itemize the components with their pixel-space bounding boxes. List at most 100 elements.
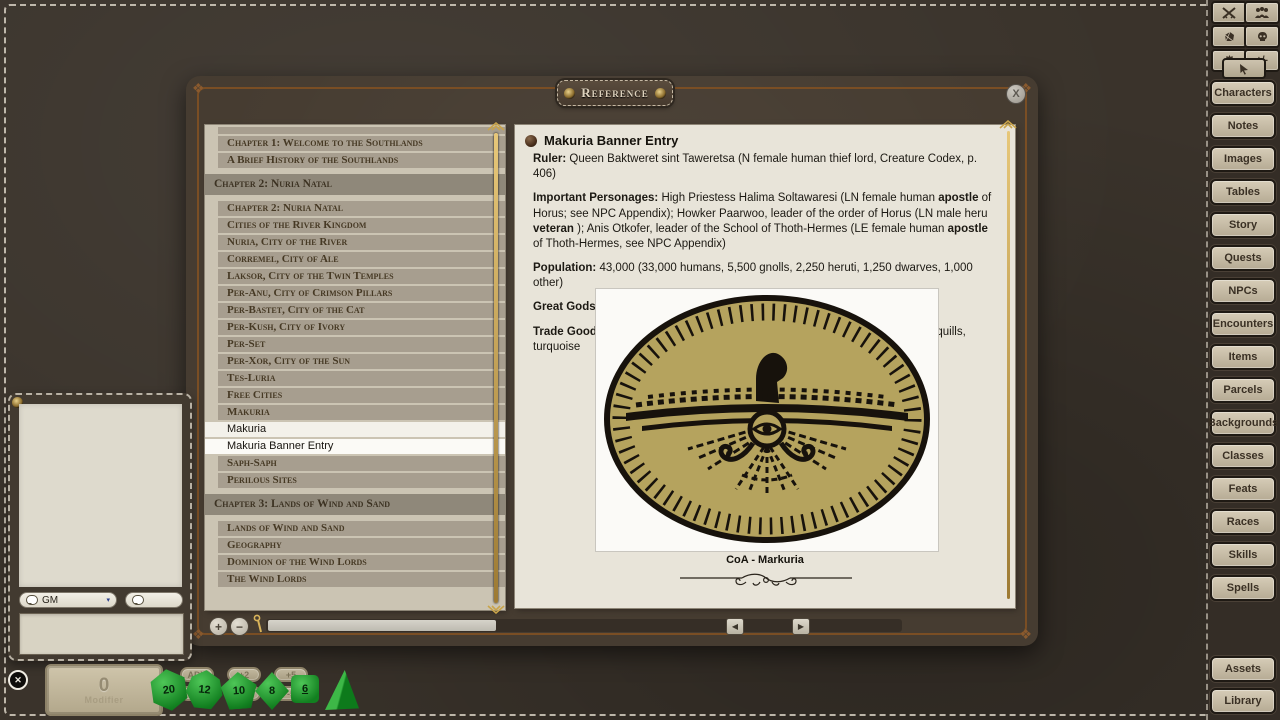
toc-item[interactable]: Chapter 1: Welcome to the Southlands	[218, 136, 505, 151]
sidebar-button-encounters[interactable]: Encounters	[1210, 311, 1276, 337]
dice-bag-button[interactable]	[1211, 25, 1247, 48]
toc-item[interactable]: Per-Set	[218, 337, 505, 352]
sidebar-button-library[interactable]: Library	[1210, 688, 1276, 714]
toc-item[interactable]: Free Cities	[218, 388, 505, 403]
d6-die[interactable]: 6	[291, 675, 319, 703]
party-icon	[1254, 7, 1270, 19]
toc-item[interactable]: Saph-Saph	[218, 456, 505, 471]
font-decrease-button[interactable]: −	[230, 617, 249, 636]
close-button[interactable]: X	[1006, 84, 1026, 104]
pin-icon[interactable]	[252, 614, 264, 634]
toc-item[interactable]: Per-Xor, City of the Sun	[218, 354, 505, 369]
sidebar-button-classes[interactable]: Classes	[1210, 443, 1276, 469]
chat-input[interactable]	[19, 613, 184, 655]
d4-die[interactable]	[325, 670, 359, 710]
crossed-swords-icon	[1222, 7, 1236, 19]
content-paragraph: Population: 43,000 (33,000 humans, 5,500…	[533, 261, 997, 291]
sidebar-button-quests[interactable]: Quests	[1210, 245, 1276, 271]
d12-die[interactable]: 12	[184, 668, 225, 712]
d10-die[interactable]: 10	[220, 671, 258, 710]
toc-item[interactable]	[218, 127, 505, 134]
toc-item[interactable]: The Wind Lords	[218, 572, 505, 587]
sidebar-button-skills[interactable]: Skills	[1210, 542, 1276, 568]
window-title-tab[interactable]: Reference	[557, 80, 673, 106]
toc-item[interactable]: Per-Anu, City of Crimson Pillars	[218, 286, 505, 301]
chat-whisper-dropdown[interactable]	[125, 592, 183, 608]
content-scrollbar[interactable]	[1007, 131, 1010, 599]
toc-item[interactable]: Makuria Banner Entry	[205, 439, 505, 454]
sidebar-button-races[interactable]: Races	[1210, 509, 1276, 535]
toc-item[interactable]: Perilous Sites	[218, 473, 505, 488]
content-paragraph: Important Personages: High Priestess Hal…	[533, 191, 997, 252]
pointer-icon	[1239, 63, 1249, 75]
d20-die[interactable]: 20	[147, 667, 190, 714]
reference-window: ❖ ❖ ❖ ❖ Reference X Chapter 1: Welcome t…	[186, 76, 1038, 646]
toc-item[interactable]: Makuria	[205, 422, 505, 437]
skull-icon	[1256, 31, 1269, 43]
tokens-button[interactable]	[1244, 25, 1280, 48]
sidebar-button-images[interactable]: Images	[1210, 146, 1276, 172]
dice-bag-icon	[1223, 31, 1236, 43]
sidebar-button-assets[interactable]: Assets	[1210, 656, 1276, 682]
sidebar-button-parcels[interactable]: Parcels	[1210, 377, 1276, 403]
scrollbar-finial-icon	[486, 122, 506, 132]
toc-item[interactable]: Geography	[218, 538, 505, 553]
toc-item[interactable]: Corremel, City of Ale	[218, 252, 505, 267]
corner-ornament-icon: ❖	[1019, 627, 1032, 641]
toc-item[interactable]: Chapter 2: Nuria Natal	[205, 174, 505, 195]
sidebar-button-notes[interactable]: Notes	[1210, 113, 1276, 139]
toc-item[interactable]: Per-Kush, City of Ivory	[218, 320, 505, 335]
grommet-icon	[564, 88, 575, 99]
tools-button[interactable]	[1211, 1, 1247, 24]
toc-item[interactable]: Per-Bastet, City of the Cat	[218, 303, 505, 318]
toc-list: Chapter 1: Welcome to the Southlands A Br…	[205, 125, 505, 587]
chapter-list-panel: Chapter 1: Welcome to the Southlands A Br…	[205, 125, 505, 610]
sidebar-button-story[interactable]: Story	[1210, 212, 1276, 238]
next-page-button[interactable]: ▶	[792, 618, 810, 635]
sidebar-button-spells[interactable]: Spells	[1210, 575, 1276, 601]
horizontal-scrollbar-thumb[interactable]	[268, 620, 496, 631]
toc-scrollbar[interactable]	[494, 133, 498, 603]
toc-item[interactable]: Tes-Luria	[218, 371, 505, 386]
image-caption: CoA - Markuria	[515, 554, 1015, 566]
window-title: Reference	[581, 85, 648, 101]
party-button[interactable]	[1244, 1, 1280, 24]
toc-item[interactable]: Laksor, City of the Twin Temples	[218, 269, 505, 284]
modifier-value: 0	[99, 676, 110, 695]
sidebar-button-items[interactable]: Items	[1210, 344, 1276, 370]
toc-item[interactable]: Dominion of the Wind Lords	[218, 555, 505, 570]
toc-item[interactable]: A Brief History of the Southlands	[218, 153, 505, 168]
prev-page-button[interactable]: ◀	[726, 618, 744, 635]
content-panel: Makuria Banner Entry Ruler: Queen Baktwe…	[515, 125, 1015, 608]
scrollbar-finial-icon	[486, 604, 506, 614]
toc-item[interactable]: Lands of Wind and Sand	[218, 521, 505, 536]
entry-sphere-icon[interactable]	[525, 135, 537, 147]
chevron-down-icon: ▾	[106, 596, 110, 604]
modifier-box[interactable]: 0 Modifier	[45, 664, 163, 716]
decorative-divider	[680, 572, 852, 590]
sidebar-button-npcs[interactable]: NPCs	[1210, 278, 1276, 304]
speech-bubble-icon	[132, 595, 144, 605]
toc-item[interactable]: Chapter 3: Lands of Wind and Sand	[205, 494, 505, 515]
sidebar-button-characters[interactable]: Characters	[1210, 80, 1276, 106]
pointer-button[interactable]	[1222, 58, 1266, 79]
toc-item[interactable]: Nuria, City of the River	[218, 235, 505, 250]
sidebar-button-tables[interactable]: Tables	[1210, 179, 1276, 205]
toc-item[interactable]: Makuria	[218, 405, 505, 420]
radial-menu-icon[interactable]: ✕	[8, 670, 28, 690]
content-title: Makuria Banner Entry	[544, 133, 678, 148]
toc-item[interactable]: Cities of the River Kingdom	[218, 218, 505, 233]
coat-of-arms-image[interactable]	[595, 288, 939, 552]
chat-log[interactable]	[19, 404, 182, 587]
sidebar-button-feats[interactable]: Feats	[1210, 476, 1276, 502]
font-increase-button[interactable]: +	[209, 617, 228, 636]
chat-speaker-dropdown[interactable]: GM ▾	[19, 592, 117, 608]
grommet-icon	[655, 88, 666, 99]
content-header: Makuria Banner Entry	[515, 125, 1015, 150]
modifier-label: Modifier	[85, 695, 124, 705]
content-paragraph: Ruler: Queen Baktweret sint Taweretsa (N…	[533, 152, 997, 182]
d8-die[interactable]: 8	[255, 672, 289, 710]
sidebar-button-backgrounds[interactable]: Backgrounds	[1210, 410, 1276, 436]
toc-item[interactable]: Chapter 2: Nuria Natal	[218, 201, 505, 216]
scrollbar-finial-icon	[998, 120, 1018, 130]
